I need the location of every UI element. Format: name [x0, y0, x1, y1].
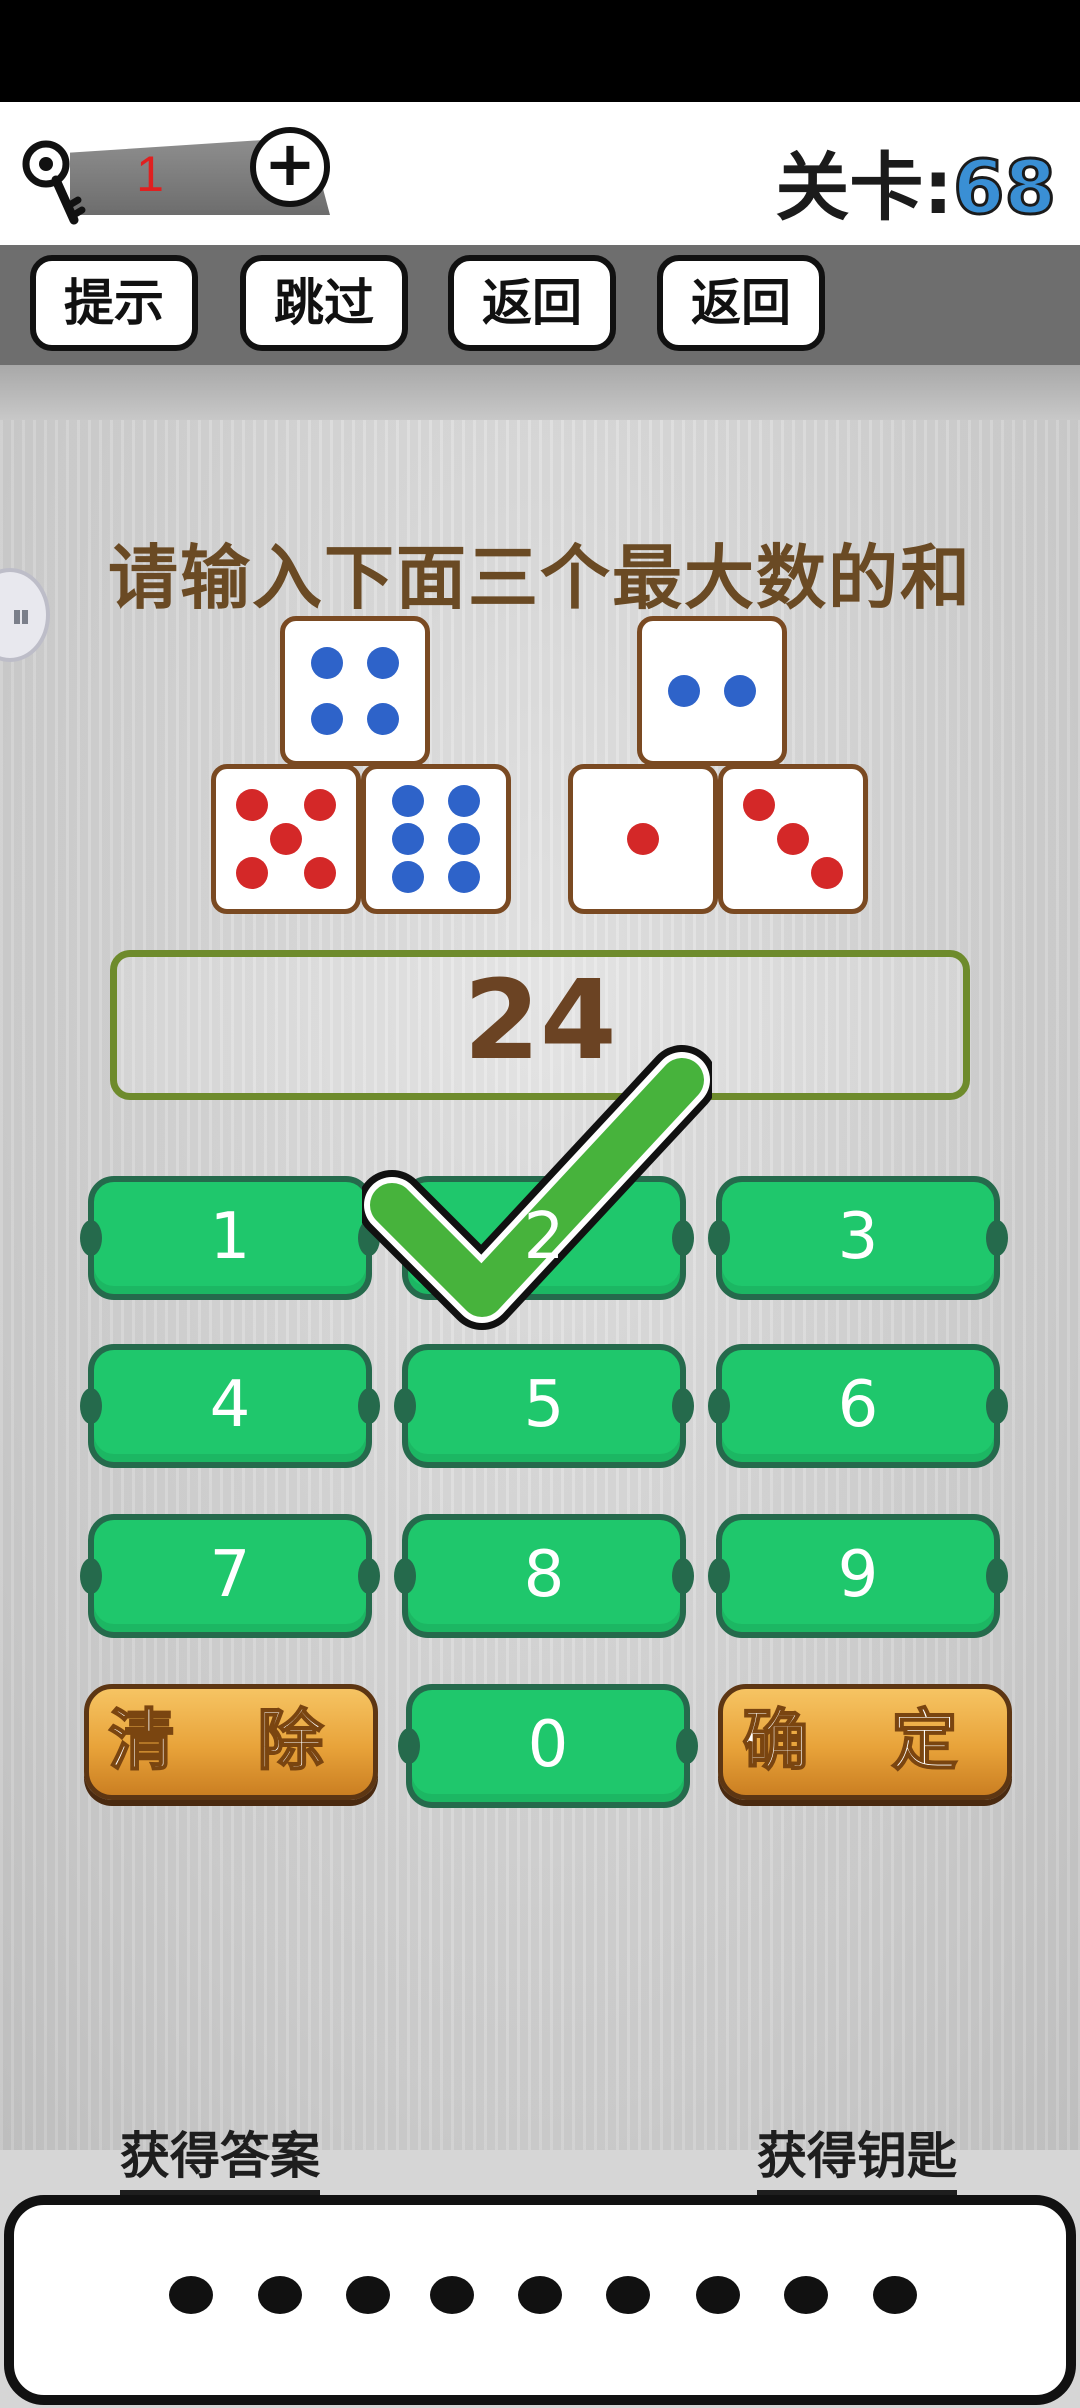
answer-slot — [518, 2276, 562, 2314]
key-1[interactable]: 1 — [80, 1176, 380, 1300]
level-indicator: 关卡:68 — [775, 128, 1058, 235]
die-right-top-2 — [637, 616, 787, 766]
key-4[interactable]: 4 — [80, 1344, 380, 1468]
hint-button[interactable]: 提示 — [30, 255, 198, 351]
level-label: 关卡: — [775, 145, 954, 231]
die-left-bottom-5 — [211, 764, 361, 914]
key-9[interactable]: 9 — [708, 1514, 1008, 1638]
confirm-button[interactable]: 确 定 — [718, 1684, 1012, 1800]
key-6[interactable]: 6 — [708, 1344, 1008, 1468]
add-key-button[interactable]: + — [250, 127, 330, 207]
status-bar — [0, 0, 1080, 102]
get-answer-link[interactable]: 获得答案 — [120, 2116, 320, 2195]
answer-slot — [346, 2276, 390, 2314]
key-3[interactable]: 3 — [708, 1176, 1008, 1300]
skip-button[interactable]: 跳过 — [240, 255, 408, 351]
die-left-top-4 — [280, 616, 430, 766]
correct-check-icon — [362, 1045, 712, 1330]
back-button-2[interactable]: 返回 — [657, 255, 825, 351]
question-text: 请输入下面三个最大数的和 — [108, 537, 972, 619]
die-left-bottom-6 — [361, 764, 511, 914]
key-7[interactable]: 7 — [80, 1514, 380, 1638]
die-right-bottom-3 — [718, 764, 868, 914]
key-0[interactable]: 0 — [398, 1684, 698, 1808]
answer-slot — [169, 2276, 213, 2314]
toolbar-shelf — [0, 365, 1080, 424]
answer-slot — [258, 2276, 302, 2314]
answer-slot — [430, 2276, 474, 2314]
key-5[interactable]: 5 — [394, 1344, 694, 1468]
back-button[interactable]: 返回 — [448, 255, 616, 351]
answer-slot — [696, 2276, 740, 2314]
answer-slot — [873, 2276, 917, 2314]
clear-button[interactable]: 清 除 — [84, 1684, 378, 1800]
get-key-link[interactable]: 获得钥匙 — [757, 2116, 957, 2195]
key-8[interactable]: 8 — [394, 1514, 694, 1638]
answer-slot — [606, 2276, 650, 2314]
level-number: 68 — [952, 144, 1058, 233]
key-count: 1 — [136, 146, 164, 202]
die-right-bottom-1 — [568, 764, 718, 914]
answer-slot — [784, 2276, 828, 2314]
key-icon — [22, 140, 86, 225]
